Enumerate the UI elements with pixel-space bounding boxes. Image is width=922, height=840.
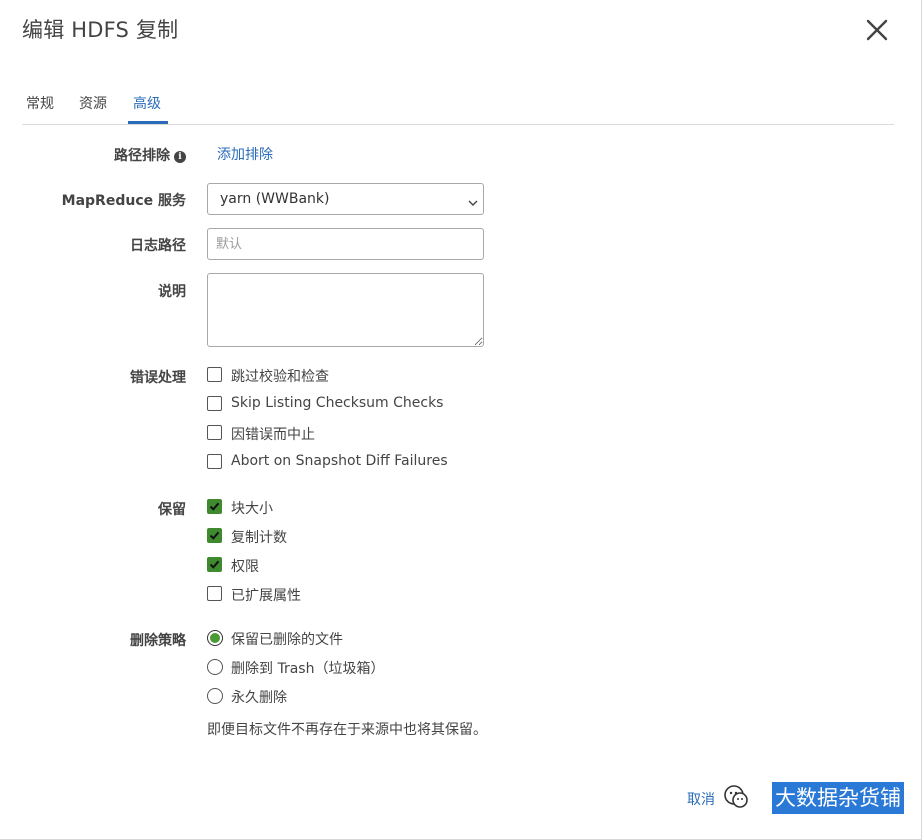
checkbox-box[interactable] [207,396,222,411]
checkbox-label: 复制计数 [231,530,287,546]
description-textarea[interactable] [207,273,484,347]
close-icon[interactable] [864,17,890,43]
checkbox-label: 权限 [231,559,259,575]
description-label: 说明 [158,284,186,300]
checkbox-box[interactable] [207,557,222,572]
chevron-down-icon [467,195,479,206]
checkbox-box[interactable] [207,367,222,382]
radio-button[interactable] [207,630,223,646]
log-path-label: 日志路径 [130,238,186,254]
radio-label: 保留已删除的文件 [231,632,343,648]
add-exclusion-link[interactable]: 添加排除 [217,144,273,164]
path-exclusion-label: 路径排除 i [6,145,186,165]
mapreduce-service-label: MapReduce 服务 [61,193,186,209]
checkbox-label: 已扩展属性 [231,588,301,604]
checkbox-box[interactable] [207,454,222,469]
checkbox-box[interactable] [207,425,222,440]
log-path-input[interactable] [207,228,484,260]
preserve-label: 保留 [158,502,186,518]
checkbox-box[interactable] [207,499,222,514]
dialog-title: 编辑 HDFS 复制 [22,18,179,42]
checkbox-box[interactable] [207,528,222,543]
delete-policy-label: 删除策略 [130,633,186,649]
tab-resources[interactable]: 资源 [79,93,107,113]
tab-advanced[interactable]: 高级 [133,93,161,113]
checkbox-label: 跳过校验和检查 [231,369,329,385]
checkbox-box[interactable] [207,586,222,601]
delete-policy-help-text: 即便目标文件不再存在于来源中也将其保留。 [207,722,487,738]
checkbox-label: 块大小 [231,501,273,517]
radio-button[interactable] [207,659,223,675]
check-icon [209,560,220,569]
watermark-text: 大数据杂货铺 [772,782,904,814]
mapreduce-service-select[interactable]: yarn (WWBank) [207,183,484,215]
radio-button[interactable] [207,688,223,704]
tab-general[interactable]: 常规 [26,93,54,113]
checkbox-label: Skip Listing Checksum Checks [231,395,444,411]
check-icon [209,502,220,511]
active-tab-indicator [128,121,168,124]
wechat-logo-icon [724,785,748,808]
radio-label: 永久删除 [231,690,287,706]
cancel-button[interactable]: 取消 [687,789,715,809]
tab-bar: 常规 资源 高级 [22,86,894,125]
checkbox-label: 因错误而中止 [231,427,315,443]
edit-hdfs-replication-dialog: 编辑 HDFS 复制 常规 资源 高级 路径排除 i 添加排除 MapReduce… [0,0,922,840]
check-icon [209,531,220,540]
radio-label: 删除到 Trash（垃圾箱） [231,661,385,677]
info-icon[interactable]: i [174,151,186,163]
mapreduce-selected-value: yarn (WWBank) [220,191,330,207]
checkbox-label: Abort on Snapshot Diff Failures [231,453,448,469]
error-handling-label: 错误处理 [130,370,186,386]
